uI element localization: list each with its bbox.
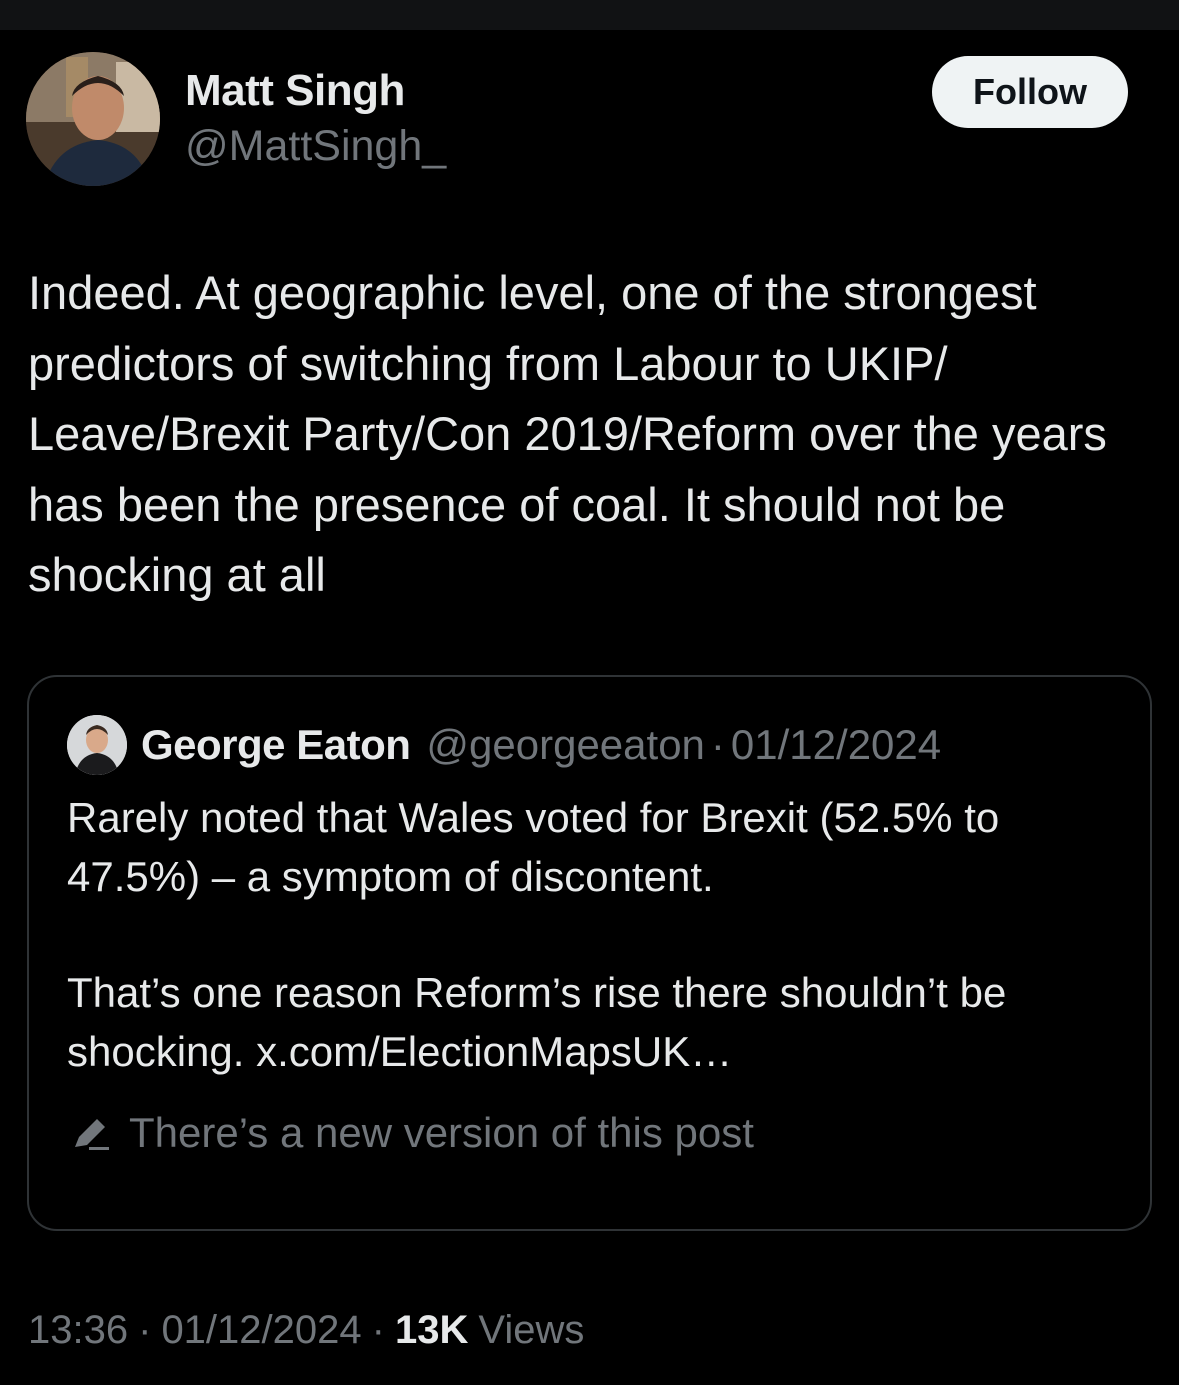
post-header: Matt Singh @MattSingh_ Follow (26, 52, 1153, 186)
user-avatar-photo-icon (26, 52, 160, 186)
edit-notice[interactable]: There’s a new version of this post (71, 1105, 754, 1161)
author-avatar[interactable] (26, 52, 160, 186)
author-handle[interactable]: @MattSingh_ (185, 122, 446, 171)
quoted-paragraph: That’s one reason Reform’s rise there sh… (67, 969, 1007, 1075)
quoted-paragraph: Rarely noted that Wales voted for Brexit… (67, 794, 1000, 900)
quoted-avatar-photo-icon (67, 715, 127, 775)
post-footer: 13:36 · 01/12/2024 · 13K Views (28, 1302, 584, 1358)
quoted-author-avatar[interactable] (67, 715, 127, 775)
views-count[interactable]: 13K (395, 1308, 468, 1353)
meta-separator: · (710, 721, 725, 768)
quoted-post-card[interactable]: George Eaton @georgeeaton · 01/12/2024 R… (27, 675, 1152, 1231)
footer-separator: · (138, 1307, 152, 1352)
quoted-post-meta: George Eaton @georgeeaton · 01/12/2024 (141, 717, 941, 773)
quoted-post-date[interactable]: 01/12/2024 (731, 721, 941, 769)
pencil-icon (75, 1119, 109, 1150)
quoted-author-handle[interactable]: @georgeeaton (426, 721, 705, 769)
edit-notice-text: There’s a new version of this post (129, 1109, 754, 1156)
quoted-author-name[interactable]: George Eaton (141, 721, 411, 769)
quoted-post-text: Rarely noted that Wales voted for Brexit… (67, 789, 1127, 1081)
post-text: Indeed. At geographic level, one of the … (28, 266, 1107, 601)
follow-button[interactable]: Follow (932, 56, 1128, 128)
post-date[interactable]: 01/12/2024 (161, 1308, 361, 1353)
post-time[interactable]: 13:36 (28, 1308, 128, 1353)
views-label: Views (478, 1307, 585, 1352)
footer-separator: · (371, 1307, 385, 1352)
author-name[interactable]: Matt Singh (185, 66, 405, 116)
status-bar-strip (0, 0, 1179, 30)
